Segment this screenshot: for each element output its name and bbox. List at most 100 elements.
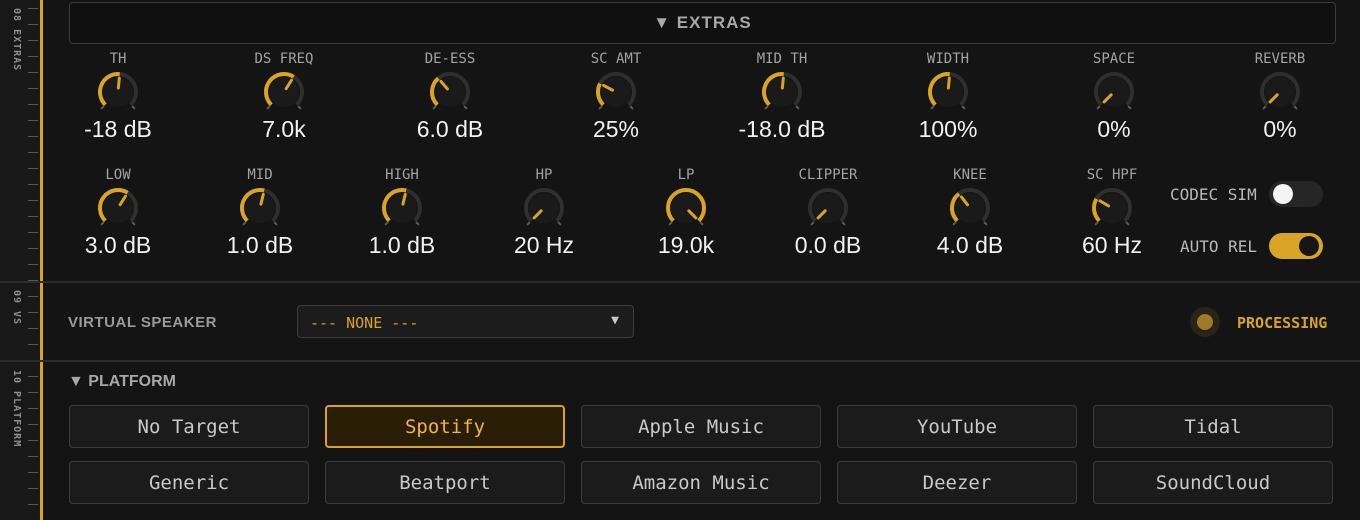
knob-ds-freq[interactable]: DS FREQ 7.0k bbox=[224, 50, 344, 142]
platform-button-tidal[interactable]: Tidal bbox=[1093, 405, 1333, 448]
knob-knee[interactable]: KNEE 4.0 dB bbox=[910, 166, 1030, 258]
rail-tick bbox=[28, 504, 38, 505]
knob-dial-icon bbox=[1092, 188, 1132, 226]
processing-status: PROCESSING bbox=[1237, 314, 1328, 332]
knob-dial-icon bbox=[950, 188, 990, 226]
knob-value: 0% bbox=[1097, 116, 1131, 142]
rail-tick bbox=[28, 24, 38, 25]
rail-tick bbox=[28, 376, 38, 377]
knob-label: CLIPPER bbox=[798, 167, 858, 183]
knob-label: KNEE bbox=[953, 167, 987, 183]
knob-sc-amt[interactable]: SC AMT 25% bbox=[556, 50, 676, 142]
dropdown-arrow-icon: ▼ bbox=[611, 313, 619, 328]
knob-width[interactable]: WIDTH 100% bbox=[888, 50, 1008, 142]
knob-label: HP bbox=[535, 167, 553, 183]
platform-button-apple-music[interactable]: Apple Music bbox=[581, 405, 821, 448]
switch-thumb bbox=[1272, 184, 1293, 204]
knob-dial-icon bbox=[1094, 72, 1134, 110]
platform-button-youtube[interactable]: YouTube bbox=[837, 405, 1077, 448]
knob-label: REVERB bbox=[1254, 51, 1306, 67]
knob-th[interactable]: TH -18 dB bbox=[58, 50, 178, 142]
knob-clipper[interactable]: CLIPPER 0.0 dB bbox=[768, 166, 888, 258]
knob-reverb[interactable]: REVERB 0% bbox=[1220, 50, 1340, 142]
knob-dial-icon bbox=[524, 188, 564, 226]
platform-button-no-target[interactable]: No Target bbox=[69, 405, 309, 448]
platform-button-generic[interactable]: Generic bbox=[69, 461, 309, 504]
rail-tick bbox=[28, 72, 38, 73]
platform-button-spotify[interactable]: Spotify bbox=[325, 405, 565, 448]
knob-label: LOW bbox=[105, 167, 131, 183]
knob-label: SC AMT bbox=[590, 51, 642, 67]
rail-tick bbox=[28, 488, 38, 489]
rail-tick bbox=[28, 328, 38, 329]
rail-label-platform: 10 PLATFORM bbox=[11, 370, 22, 448]
codec-sim-toggle-row: CODEC SIM bbox=[1170, 181, 1323, 207]
processing-indicator-icon bbox=[1190, 307, 1220, 337]
section-divider bbox=[0, 360, 1360, 362]
knob-space[interactable]: SPACE 0% bbox=[1054, 50, 1174, 142]
rail-tick bbox=[28, 456, 38, 457]
knob-label: HIGH bbox=[385, 167, 419, 183]
knob-dial-icon bbox=[762, 72, 802, 110]
codec-sim-label: CODEC SIM bbox=[1170, 184, 1257, 204]
knob-label: TH bbox=[109, 51, 127, 67]
knob-mid[interactable]: MID 1.0 dB bbox=[200, 166, 320, 258]
switch-thumb bbox=[1299, 236, 1320, 256]
rail-tick bbox=[28, 136, 38, 137]
knob-value: 7.0k bbox=[262, 116, 306, 142]
knob-value: 3.0 dB bbox=[84, 232, 152, 258]
knob-dial-icon bbox=[928, 72, 968, 110]
knob-value: -18.0 dB bbox=[738, 116, 826, 142]
knob-mid-th[interactable]: MID TH -18.0 dB bbox=[722, 50, 842, 142]
knob-value: 100% bbox=[918, 116, 978, 142]
knob-sc-hpf[interactable]: SC HPF 60 Hz bbox=[1052, 166, 1172, 258]
rail-tick bbox=[28, 152, 38, 153]
knob-label: WIDTH bbox=[926, 51, 970, 67]
rail-tick bbox=[28, 408, 38, 409]
rail-tick bbox=[28, 296, 38, 297]
rail-label-extras: 08 EXTRAS bbox=[11, 8, 22, 72]
knob-label: DS FREQ bbox=[254, 51, 314, 67]
rail-tick bbox=[28, 200, 38, 201]
knob-dial-icon bbox=[808, 188, 848, 226]
knob-value: 0% bbox=[1263, 116, 1297, 142]
knob-value: 4.0 dB bbox=[936, 232, 1004, 258]
platform-button-soundcloud[interactable]: SoundCloud bbox=[1093, 461, 1333, 504]
knob-dial-icon bbox=[382, 188, 422, 226]
rail-tick bbox=[28, 344, 38, 345]
codec-sim-switch[interactable] bbox=[1268, 181, 1323, 207]
rail-label-vs: 09 VS bbox=[11, 290, 22, 326]
knob-dial-icon bbox=[430, 72, 470, 110]
platform-button-beatport[interactable]: Beatport bbox=[325, 461, 565, 504]
knob-low[interactable]: LOW 3.0 dB bbox=[58, 166, 178, 258]
knob-value: 1.0 dB bbox=[226, 232, 294, 258]
virtual-speaker-label: VIRTUAL SPEAKER bbox=[68, 314, 217, 331]
knob-dial-icon bbox=[98, 72, 138, 110]
rail-tick bbox=[28, 8, 38, 9]
platform-header[interactable]: ▼ PLATFORM bbox=[68, 373, 176, 391]
rail-tick bbox=[28, 120, 38, 121]
knob-label: DE-ESS bbox=[424, 51, 476, 67]
extras-header[interactable]: ▼ EXTRAS bbox=[69, 2, 1336, 44]
knob-dial-icon bbox=[666, 188, 706, 226]
rail-tick bbox=[28, 40, 38, 41]
rail-tick bbox=[28, 184, 38, 185]
platform-button-deezer[interactable]: Deezer bbox=[837, 461, 1077, 504]
knob-high[interactable]: HIGH 1.0 dB bbox=[342, 166, 462, 258]
knob-dial-icon bbox=[1260, 72, 1300, 110]
platform-button-amazon-music[interactable]: Amazon Music bbox=[581, 461, 821, 504]
virtual-speaker-value: --- NONE --- bbox=[310, 314, 419, 332]
rail-tick bbox=[28, 88, 38, 89]
knob-label: MID TH bbox=[756, 51, 808, 67]
knob-lp[interactable]: LP 19.0k bbox=[626, 166, 746, 258]
rail-tick bbox=[28, 104, 38, 105]
knob-value: 60 Hz bbox=[1081, 232, 1143, 258]
knob-de-ess[interactable]: DE-ESS 6.0 dB bbox=[390, 50, 510, 142]
rail-tick bbox=[28, 472, 38, 473]
knob-dial-icon bbox=[596, 72, 636, 110]
knob-hp[interactable]: HP 20 Hz bbox=[484, 166, 604, 258]
rail-tick bbox=[28, 248, 38, 249]
virtual-speaker-select[interactable]: --- NONE --- ▼ bbox=[297, 305, 634, 338]
rail-tick bbox=[28, 232, 38, 233]
auto-rel-switch[interactable] bbox=[1269, 233, 1324, 259]
